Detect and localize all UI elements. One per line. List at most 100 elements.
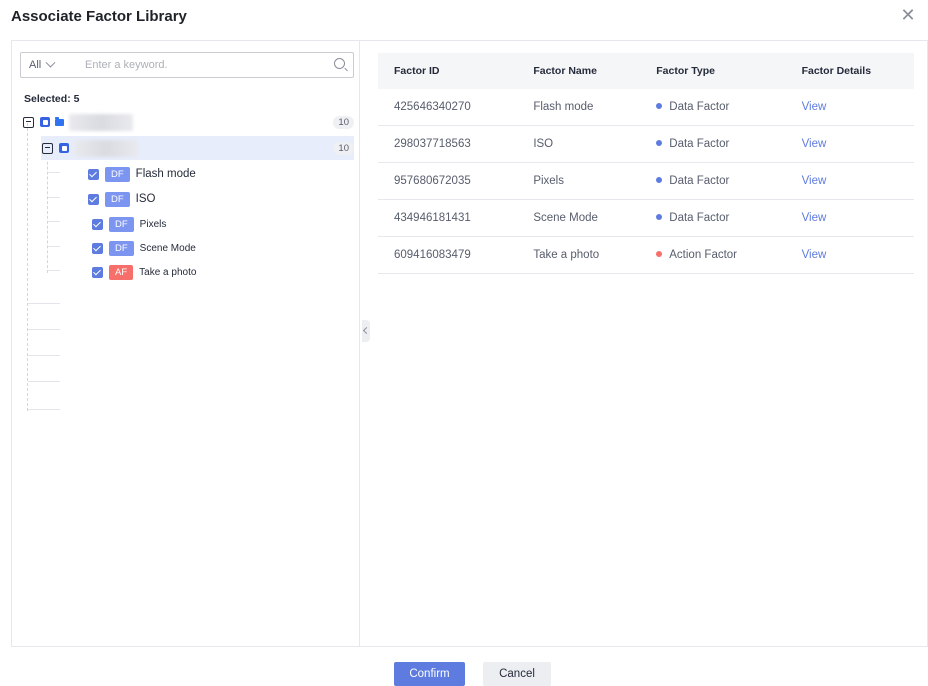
factor-type-label: Data Factor [669, 175, 730, 187]
view-details-link[interactable]: View [802, 175, 827, 187]
cell-factor-id: 957680672035 [378, 162, 518, 200]
factor-type-tag: DF [109, 240, 134, 256]
cell-factor-name: Scene Mode [517, 199, 641, 237]
factor-type-label: Data Factor [669, 138, 730, 150]
search-input[interactable] [85, 56, 315, 74]
cell-factor-id: 609416083479 [378, 236, 518, 274]
folder-icon [55, 116, 64, 126]
collapse-icon[interactable] [23, 116, 34, 128]
tree-guide-line [28, 381, 60, 382]
factor-type-label: Data Factor [669, 101, 730, 113]
checkbox-checked[interactable] [92, 242, 103, 254]
column-header-factor-name: Factor Name [517, 53, 641, 89]
partial-checkbox[interactable] [40, 117, 50, 127]
table-row: 609416083479 Take a photo Action Factor … [378, 236, 914, 274]
factor-type-tag: DF [105, 191, 130, 207]
selected-count: Selected: 5 [24, 93, 80, 105]
cell-factor-id: 434946181431 [378, 199, 518, 237]
tree-guide-line [47, 147, 48, 273]
cell-factor-details: View [785, 125, 914, 163]
status-dot-icon [656, 103, 663, 109]
search-box: All [20, 52, 354, 78]
collapse-icon[interactable] [42, 142, 53, 154]
count-badge: 10 [333, 141, 354, 155]
close-icon[interactable]: ✕ [900, 6, 916, 24]
scope-select-value: All [29, 59, 42, 71]
tree-leaf-label: ISO [135, 193, 156, 205]
factor-table: Factor ID Factor Name Factor Type Factor… [378, 53, 914, 274]
cell-factor-id: 298037718563 [378, 125, 518, 163]
tree-leaf-label: Take a photo [139, 266, 197, 278]
tree-leaf[interactable]: AF Take a photo [92, 263, 196, 281]
tree-leaf-label: Scene Mode [139, 242, 196, 254]
factor-tree-panel: All Selected: 5 10 10 DF Flash mode [11, 40, 359, 647]
view-details-link[interactable]: View [802, 138, 827, 150]
tree-leaf[interactable]: DF Scene Mode [92, 239, 196, 257]
cell-factor-type: Data Factor [640, 125, 786, 163]
cell-factor-type: Action Factor [640, 236, 786, 274]
factor-type-label: Action Factor [669, 249, 738, 261]
tree-leaf[interactable]: DF ISO [88, 190, 155, 208]
cell-factor-name: Flash mode [517, 89, 641, 126]
cancel-button[interactable]: Cancel [483, 662, 551, 686]
tree-leaf-label: Flash mode [135, 168, 196, 180]
factor-type-tag: DF [109, 216, 134, 232]
status-dot-icon [656, 177, 663, 183]
cell-factor-name: Take a photo [517, 236, 641, 274]
checkbox-checked[interactable] [92, 266, 103, 278]
tree-guide-line [27, 123, 28, 411]
column-header-factor-id: Factor ID [378, 53, 518, 89]
table-row: 434946181431 Scene Mode Data Factor View [378, 199, 914, 237]
confirm-button[interactable]: Confirm [394, 662, 465, 686]
factor-type-tag: AF [109, 264, 134, 280]
tree-guide-line [28, 409, 60, 410]
scope-select[interactable]: All [29, 53, 56, 77]
column-header-factor-details: Factor Details [785, 53, 914, 89]
count-badge: 10 [333, 115, 354, 129]
cell-factor-details: View [785, 236, 914, 274]
cell-factor-id: 425646340270 [378, 89, 518, 126]
tree-guide-line [28, 355, 60, 356]
tree-guide-line [48, 172, 60, 173]
column-header-factor-type: Factor Type [640, 53, 786, 89]
tree-guide-line [48, 197, 60, 198]
search-icon[interactable] [334, 58, 345, 69]
tree-guide-line [28, 329, 60, 330]
tree-leaf[interactable]: DF Flash mode [88, 165, 196, 183]
cell-factor-details: View [785, 89, 914, 126]
factor-type-tag: DF [105, 166, 130, 182]
tree-guide-line [48, 246, 60, 247]
status-dot-icon [656, 140, 663, 146]
partial-checkbox[interactable] [59, 143, 69, 153]
tree-guide-line [48, 221, 60, 222]
view-details-link[interactable]: View [802, 212, 827, 224]
table-row: 298037718563 ISO Data Factor View [378, 125, 914, 163]
checkbox-checked[interactable] [92, 218, 103, 230]
tree-node-label-redacted [69, 113, 133, 131]
chevron-down-icon [45, 57, 56, 68]
tree-node-group[interactable]: 10 [42, 139, 354, 157]
view-details-link[interactable]: View [802, 249, 827, 261]
tree-leaf[interactable]: DF Pixels [92, 215, 166, 233]
status-dot-icon [656, 214, 663, 220]
status-dot-icon [656, 251, 663, 257]
cell-factor-details: View [785, 199, 914, 237]
cell-factor-details: View [785, 162, 914, 200]
tree-guide-line [28, 303, 60, 304]
cell-factor-type: Data Factor [640, 89, 786, 126]
tree-leaf-label: Pixels [139, 218, 167, 230]
view-details-link[interactable]: View [802, 101, 827, 113]
dialog-title: Associate Factor Library [11, 8, 187, 25]
table-row: 957680672035 Pixels Data Factor View [378, 162, 914, 200]
checkbox-checked[interactable] [88, 168, 99, 180]
factor-type-label: Data Factor [669, 212, 730, 224]
cell-factor-name: Pixels [517, 162, 641, 200]
table-header-row: Factor ID Factor Name Factor Type Factor… [378, 53, 914, 89]
checkbox-checked[interactable] [88, 193, 99, 205]
cell-factor-type: Data Factor [640, 162, 786, 200]
cell-factor-name: ISO [517, 125, 641, 163]
tree-node-root[interactable]: 10 [23, 113, 354, 131]
tree-guide-line [48, 270, 60, 271]
tree-node-label-redacted [74, 139, 138, 157]
cell-factor-type: Data Factor [640, 199, 786, 237]
